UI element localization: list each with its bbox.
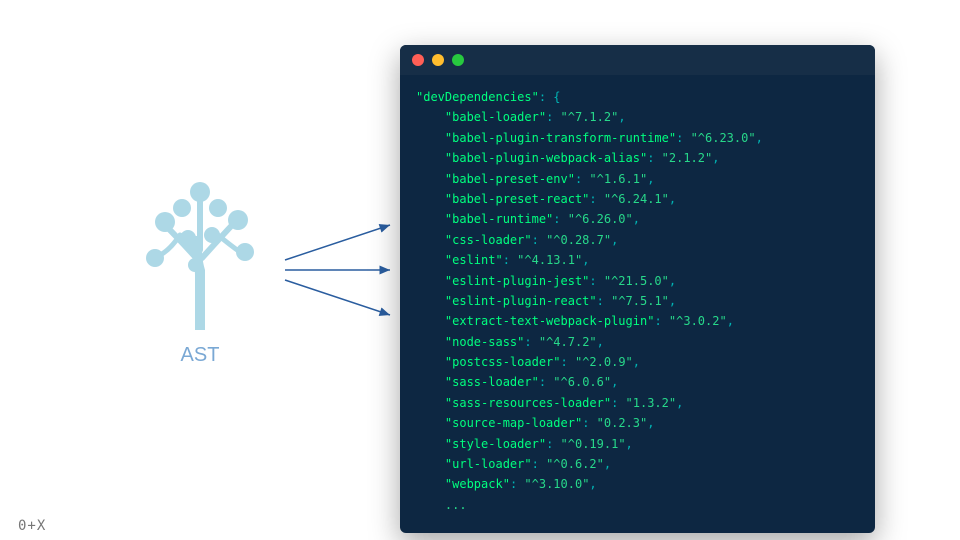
code-line-entry: "eslint-plugin-jest": "^21.5.0", xyxy=(416,271,859,291)
code-line-entry: "babel-plugin-webpack-alias": "2.1.2", xyxy=(416,148,859,168)
window-minimize-icon[interactable] xyxy=(432,54,444,66)
ellipsis-text: ... xyxy=(445,498,467,512)
arrow-icon xyxy=(285,280,390,315)
footer-watermark: 0+X xyxy=(18,518,46,534)
code-line-entry: "babel-preset-env": "^1.6.1", xyxy=(416,169,859,189)
ast-tree-block: AST xyxy=(140,180,260,367)
header-key: devDependencies xyxy=(423,90,531,104)
arrow-icon xyxy=(285,225,390,260)
window-close-icon[interactable] xyxy=(412,54,424,66)
code-line-entry: "node-sass": "^4.7.2", xyxy=(416,332,859,352)
tree-icon xyxy=(140,180,260,334)
code-line-entry: "eslint": "^4.13.1", xyxy=(416,250,859,270)
code-line-entry: "sass-loader": "^6.0.6", xyxy=(416,372,859,392)
code-line-entry: "eslint-plugin-react": "^7.5.1", xyxy=(416,291,859,311)
code-line-entry: "extract-text-webpack-plugin": "^3.0.2", xyxy=(416,311,859,331)
terminal-body: "devDependencies": { "babel-loader": "^7… xyxy=(400,75,875,533)
code-line-entry: "url-loader": "^0.6.2", xyxy=(416,454,859,474)
code-line-entry: "style-loader": "^0.19.1", xyxy=(416,434,859,454)
terminal-window: "devDependencies": { "babel-loader": "^7… xyxy=(400,45,875,533)
code-line-entry: "sass-resources-loader": "1.3.2", xyxy=(416,393,859,413)
code-line-ellipsis: ... xyxy=(416,495,859,515)
code-line-entry: "babel-preset-react": "^6.24.1", xyxy=(416,189,859,209)
tree-label: AST xyxy=(181,344,220,367)
code-line-entry: "babel-runtime": "^6.26.0", xyxy=(416,209,859,229)
code-line-entry: "postcss-loader": "^2.0.9", xyxy=(416,352,859,372)
window-maximize-icon[interactable] xyxy=(452,54,464,66)
entries-list: "babel-loader": "^7.1.2", "babel-plugin-… xyxy=(416,107,859,494)
terminal-titlebar xyxy=(400,45,875,75)
code-line-entry: "babel-loader": "^7.1.2", xyxy=(416,107,859,127)
code-line-entry: "webpack": "^3.10.0", xyxy=(416,474,859,494)
code-line-header: "devDependencies": { xyxy=(416,87,859,107)
arrows-group xyxy=(280,215,400,339)
code-line-entry: "source-map-loader": "0.2.3", xyxy=(416,413,859,433)
code-line-entry: "css-loader": "^0.28.7", xyxy=(416,230,859,250)
code-line-entry: "babel-plugin-transform-runtime": "^6.23… xyxy=(416,128,859,148)
